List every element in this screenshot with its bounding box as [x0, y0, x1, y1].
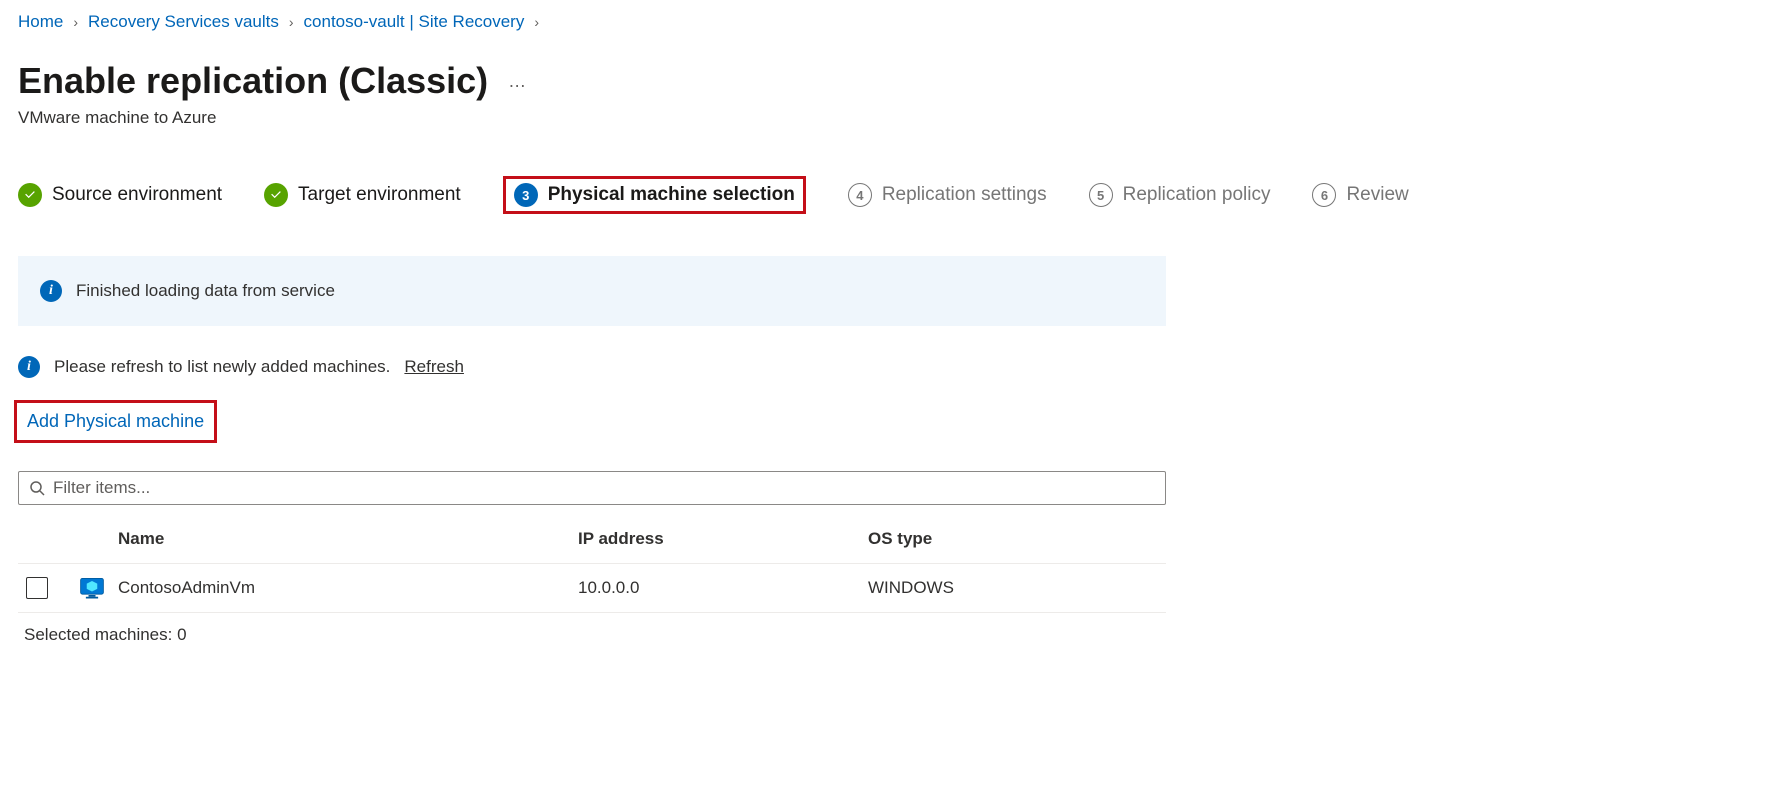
vm-icon: [78, 574, 106, 602]
step-source-environment[interactable]: Source environment: [18, 183, 222, 207]
step-label: Replication settings: [882, 184, 1047, 206]
chevron-right-icon: ›: [73, 14, 78, 30]
info-banner: i Finished loading data from service: [18, 256, 1166, 326]
step-physical-machine-selection[interactable]: 3 Physical machine selection: [503, 176, 806, 214]
more-actions-button[interactable]: …: [508, 71, 527, 92]
add-physical-machine-highlight: Add Physical machine: [14, 400, 217, 443]
filter-input[interactable]: [53, 478, 1155, 498]
step-replication-settings[interactable]: 4 Replication settings: [848, 183, 1047, 207]
cell-name: ContosoAdminVm: [118, 578, 578, 598]
chevron-right-icon: ›: [289, 14, 294, 30]
step-label: Target environment: [298, 184, 461, 206]
row-checkbox[interactable]: [26, 577, 48, 599]
table-row[interactable]: ContosoAdminVm 10.0.0.0 WINDOWS: [18, 564, 1166, 613]
step-number-icon: 3: [514, 183, 538, 207]
breadcrumb: Home › Recovery Services vaults › contos…: [18, 12, 1758, 32]
refresh-link[interactable]: Refresh: [404, 357, 464, 377]
col-header-os[interactable]: OS type: [868, 529, 1158, 549]
col-header-name[interactable]: Name: [118, 529, 578, 549]
breadcrumb-vaults[interactable]: Recovery Services vaults: [88, 12, 279, 32]
step-number-icon: 6: [1312, 183, 1336, 207]
col-header-ip[interactable]: IP address: [578, 529, 868, 549]
cell-ip: 10.0.0.0: [578, 578, 868, 598]
check-icon: [18, 183, 42, 207]
breadcrumb-home[interactable]: Home: [18, 12, 63, 32]
selected-value: 0: [177, 625, 186, 644]
info-icon: i: [18, 356, 40, 378]
step-target-environment[interactable]: Target environment: [264, 183, 461, 207]
step-replication-policy[interactable]: 5 Replication policy: [1089, 183, 1271, 207]
step-number-icon: 4: [848, 183, 872, 207]
add-physical-machine-link[interactable]: Add Physical machine: [27, 411, 204, 431]
step-review[interactable]: 6 Review: [1312, 183, 1408, 207]
page-subtitle: VMware machine to Azure: [18, 108, 1758, 128]
refresh-text: Please refresh to list newly added machi…: [54, 357, 390, 377]
breadcrumb-vault-site-recovery[interactable]: contoso-vault | Site Recovery: [304, 12, 525, 32]
machines-table: Name IP address OS type ContosoAdminVm 1…: [18, 515, 1166, 657]
page-title: Enable replication (Classic): [18, 60, 488, 102]
info-icon: i: [40, 280, 62, 302]
selected-label: Selected machines:: [24, 625, 172, 644]
selected-count: Selected machines: 0: [18, 613, 1166, 657]
table-header: Name IP address OS type: [18, 515, 1166, 564]
refresh-hint: i Please refresh to list newly added mac…: [18, 356, 1758, 378]
step-label: Physical machine selection: [548, 184, 795, 206]
step-number-icon: 5: [1089, 183, 1113, 207]
search-icon: [29, 480, 45, 496]
wizard-steps: Source environment Target environment 3 …: [18, 176, 1758, 214]
step-label: Source environment: [52, 184, 222, 206]
check-icon: [264, 183, 288, 207]
chevron-right-icon: ›: [534, 14, 539, 30]
step-label: Review: [1346, 184, 1408, 206]
cell-os: WINDOWS: [868, 578, 1158, 598]
step-label: Replication policy: [1123, 184, 1271, 206]
info-banner-message: Finished loading data from service: [76, 281, 335, 301]
filter-box[interactable]: [18, 471, 1166, 505]
